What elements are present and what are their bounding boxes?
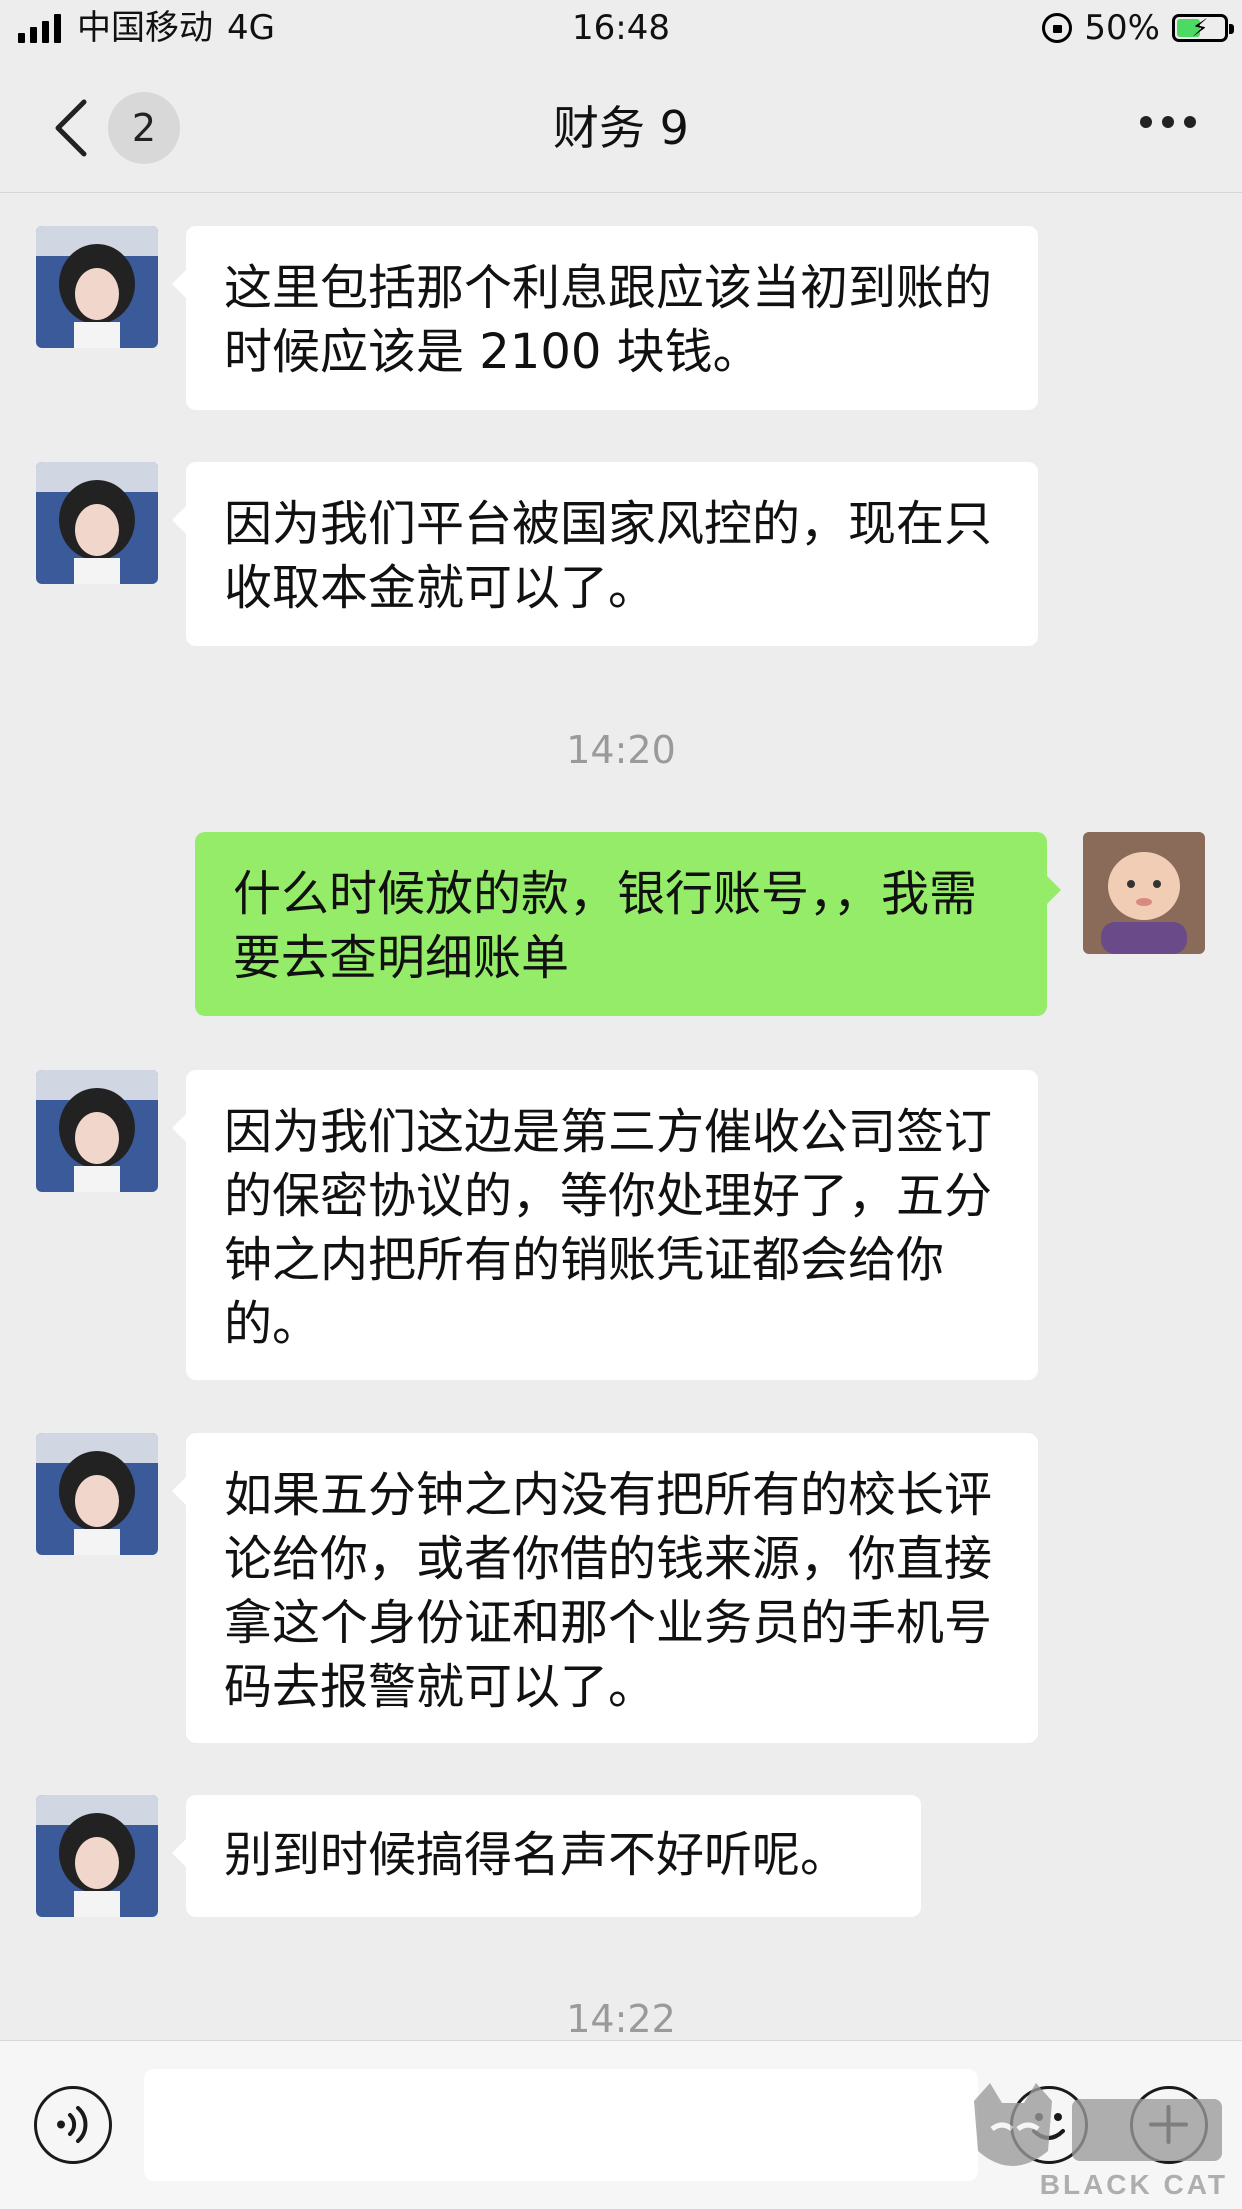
chat-title: 财务 9 <box>553 101 689 155</box>
incoming-bubble[interactable]: 这里包括那个利息跟应该当初到账的时候应该是 2100 块钱。 <box>172 226 1038 410</box>
incoming-bubble[interactable]: 因为我们这边是第三方催收公司签订的保密协议的，等你处理好了，五分钟之内把所有的销… <box>172 1070 1038 1380</box>
more-dots-icon[interactable] <box>1140 116 1196 128</box>
battery-icon: ⚡ <box>1172 14 1234 42</box>
my-avatar[interactable] <box>1083 832 1205 954</box>
battery-percent: 50% <box>1084 8 1160 48</box>
contact-avatar[interactable] <box>36 226 158 348</box>
message-input[interactable] <box>144 2069 978 2181</box>
voice-button[interactable] <box>34 2086 112 2164</box>
status-bar: 中国移动 4G 16:48 50% ⚡ <box>0 0 1242 60</box>
watermark-logo: BLACK CAT <box>962 2081 1234 2201</box>
incoming-bubble[interactable]: 因为我们平台被国家风控的，现在只收取本金就可以了。 <box>172 462 1038 646</box>
contact-avatar[interactable] <box>36 1070 158 1192</box>
chat-header: 2 财务 9 <box>0 60 1242 193</box>
status-right: 50% ⚡ <box>1042 8 1234 48</box>
outgoing-bubble[interactable]: 什么时候放的款，银行账号，，我需要去查明细账单 <box>195 832 1061 1016</box>
incoming-bubble[interactable]: 如果五分钟之内没有把所有的校长评论给你，或者你借的钱来源，你直接拿这个身份证和那… <box>172 1433 1038 1743</box>
contact-avatar[interactable] <box>36 1795 158 1917</box>
watermark-text: BLACK CAT <box>1039 2169 1228 2200</box>
black-cat-logo-icon <box>974 2083 1222 2166</box>
input-bar: BLACK CAT <box>0 2040 1242 2209</box>
message-timestamp: 14:20 <box>566 728 676 772</box>
incoming-bubble[interactable]: 别到时候搞得名声不好听呢。 <box>172 1795 921 1917</box>
voice-icon <box>57 2106 88 2143</box>
contact-avatar[interactable] <box>36 1433 158 1555</box>
orientation-lock-icon <box>1042 13 1073 43</box>
contact-avatar[interactable] <box>36 462 158 584</box>
message-timestamp: 14:22 <box>566 1997 676 2041</box>
